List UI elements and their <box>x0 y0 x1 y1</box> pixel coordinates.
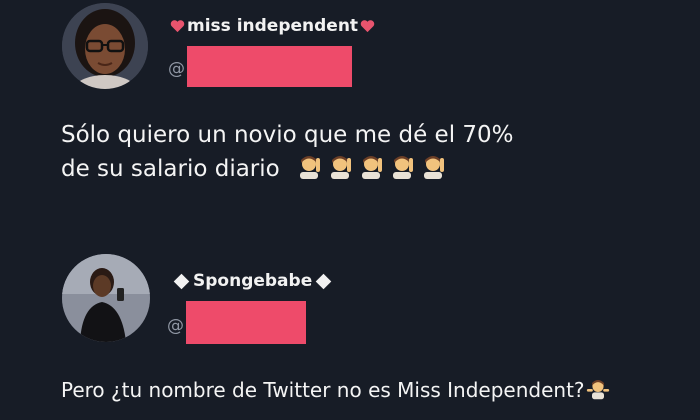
avatar-miss-independent[interactable] <box>62 3 148 89</box>
tweet-text-line-1: Sólo quiero un novio que me dé el 70% <box>61 122 514 148</box>
tweet-text: Pero ¿tu nombre de Twitter no es Miss In… <box>61 373 613 407</box>
emoji-row <box>295 156 450 182</box>
handle-prefix: @ <box>167 315 184 336</box>
display-name-text: Spongebabe <box>193 271 313 291</box>
reply-text: Pero ¿tu nombre de Twitter no es Miss In… <box>61 378 585 402</box>
red-heart-icon <box>170 20 185 33</box>
tweet-original: miss independent @ Sólo quiero un novio … <box>0 0 700 230</box>
display-name[interactable]: Spongebabe <box>172 271 333 291</box>
handle[interactable]: @ <box>168 46 352 87</box>
avatar-spongebabe[interactable] <box>62 254 150 342</box>
woman-raising-hand-emoji-icon <box>424 156 445 179</box>
diamond-icon <box>173 273 190 289</box>
handle-redaction <box>186 301 306 344</box>
woman-raising-hand-emoji-icon <box>300 156 321 179</box>
woman-raising-hand-emoji-icon <box>393 156 414 179</box>
handle-redaction <box>187 46 352 87</box>
woman-raising-hand-emoji-icon <box>331 156 352 179</box>
display-name[interactable]: miss independent <box>170 16 375 36</box>
red-heart-icon <box>360 20 375 33</box>
tweet-reply: Spongebabe @ Pero ¿tu nombre de Twitter … <box>0 230 700 420</box>
woman-raising-hand-emoji-icon <box>362 156 383 179</box>
diamond-icon <box>315 273 332 289</box>
handle[interactable]: @ <box>167 301 306 344</box>
tweet-text: Sólo quiero un novio que me dé el 70% de… <box>61 118 514 186</box>
display-name-text: miss independent <box>187 16 359 36</box>
person-shrugging-emoji-icon <box>586 380 609 400</box>
handle-prefix: @ <box>168 58 185 79</box>
tweet-text-line-2: de su salario diario <box>61 156 280 182</box>
